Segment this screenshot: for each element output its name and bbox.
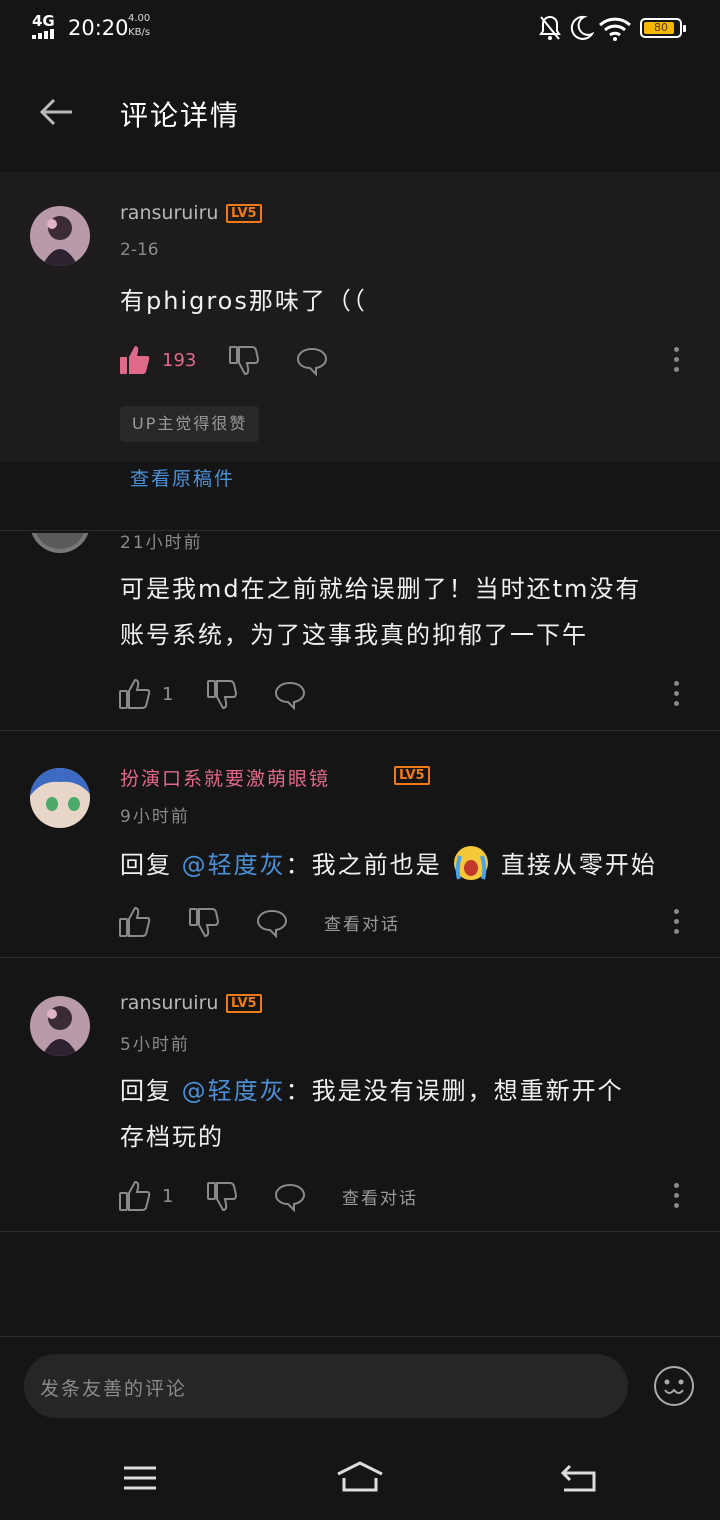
comment-time: 9小时前 [120,807,190,827]
comment-bubble-icon[interactable] [274,680,306,710]
thumbs-down-icon[interactable] [206,1180,238,1212]
comment-input-placeholder: 发条友善的评论 [40,1378,188,1400]
level-badge: LV5 [394,766,430,785]
comment-text: 回复 @轻度灰：我是没有误删，想重新开个 存档玩的 [120,1077,624,1151]
thumbs-up-icon[interactable] [118,678,152,710]
more-options-icon[interactable] [673,909,679,939]
more-options-icon[interactable] [673,1183,679,1213]
mention-link[interactable]: @轻度灰 [182,851,286,879]
system-nav-bar [0,1436,720,1520]
network-speed: 4.00 KB/s [128,13,151,38]
thumbs-up-icon[interactable] [118,906,152,938]
mute-bell-icon [539,15,561,40]
like-count: 1 [162,684,174,705]
divider [0,1336,720,1337]
comment-text: 回复 @轻度灰：我之前也是 直接从零开始 [120,842,710,888]
level-badge: LV5 [226,994,262,1013]
like-count: 1 [162,1186,174,1207]
more-options-icon[interactable] [673,681,679,711]
comment-time: 5小时前 [120,1035,190,1055]
comment-text: 有phigros那味了（（ [120,287,367,315]
network-type: 4G [32,12,55,30]
comment-bubble-icon[interactable] [256,908,288,938]
view-conversation-link[interactable]: 查看对话 [324,910,400,935]
view-conversation-link[interactable]: 查看对话 [342,1184,418,1209]
divider [0,957,720,958]
avatar[interactable] [30,206,90,266]
avatar[interactable] [30,493,90,553]
signal-icon [32,29,60,39]
back-arrow-icon[interactable] [36,92,76,132]
back-nav-icon[interactable] [560,1462,598,1494]
comment-time: 21小时前 [120,533,203,553]
username[interactable]: ransuruiru [120,202,218,224]
like-count: 193 [162,350,197,371]
page-title: 评论详情 [120,99,241,132]
avatar[interactable] [30,996,90,1056]
thumbs-down-icon[interactable] [188,906,220,938]
emoji-icon[interactable] [652,1364,696,1408]
wifi-icon [598,17,632,41]
avatar[interactable] [30,768,90,828]
up-badge: UP主觉得很赞 [120,406,260,442]
comment-text: 可是我md在之前就给误删了！当时还tm没有 账号系统，为了这事我真的抑郁了一下午 [120,575,642,649]
thumbs-up-filled-icon[interactable] [118,344,152,376]
more-options-icon[interactable] [673,347,679,377]
divider [0,530,720,531]
clock: 20:20 [68,16,129,40]
battery-icon: 80 [640,18,686,38]
view-original-link[interactable]: 查看原稿件 [130,464,235,491]
comment-bubble-icon[interactable] [274,1182,306,1212]
comment-date: 2-16 [120,240,159,260]
thumbs-up-icon[interactable] [118,1180,152,1212]
divider [0,1231,720,1232]
username[interactable]: ransuruiru [120,992,218,1014]
status-bar: 4G 20:20 4.00 KB/s 80 [0,0,720,60]
thumbs-down-icon[interactable] [228,344,260,376]
menu-icon[interactable] [122,1464,158,1492]
mention-link[interactable]: @轻度灰 [182,1077,286,1105]
comment-bubble-icon[interactable] [296,346,328,376]
divider [0,730,720,731]
crying-emoji-icon [454,846,489,880]
username[interactable]: 扮演口系就要激萌眼镜 [120,764,330,791]
level-badge: LV5 [226,204,262,223]
moon-icon [570,15,594,40]
thumbs-down-icon[interactable] [206,678,238,710]
home-icon[interactable] [334,1460,386,1494]
